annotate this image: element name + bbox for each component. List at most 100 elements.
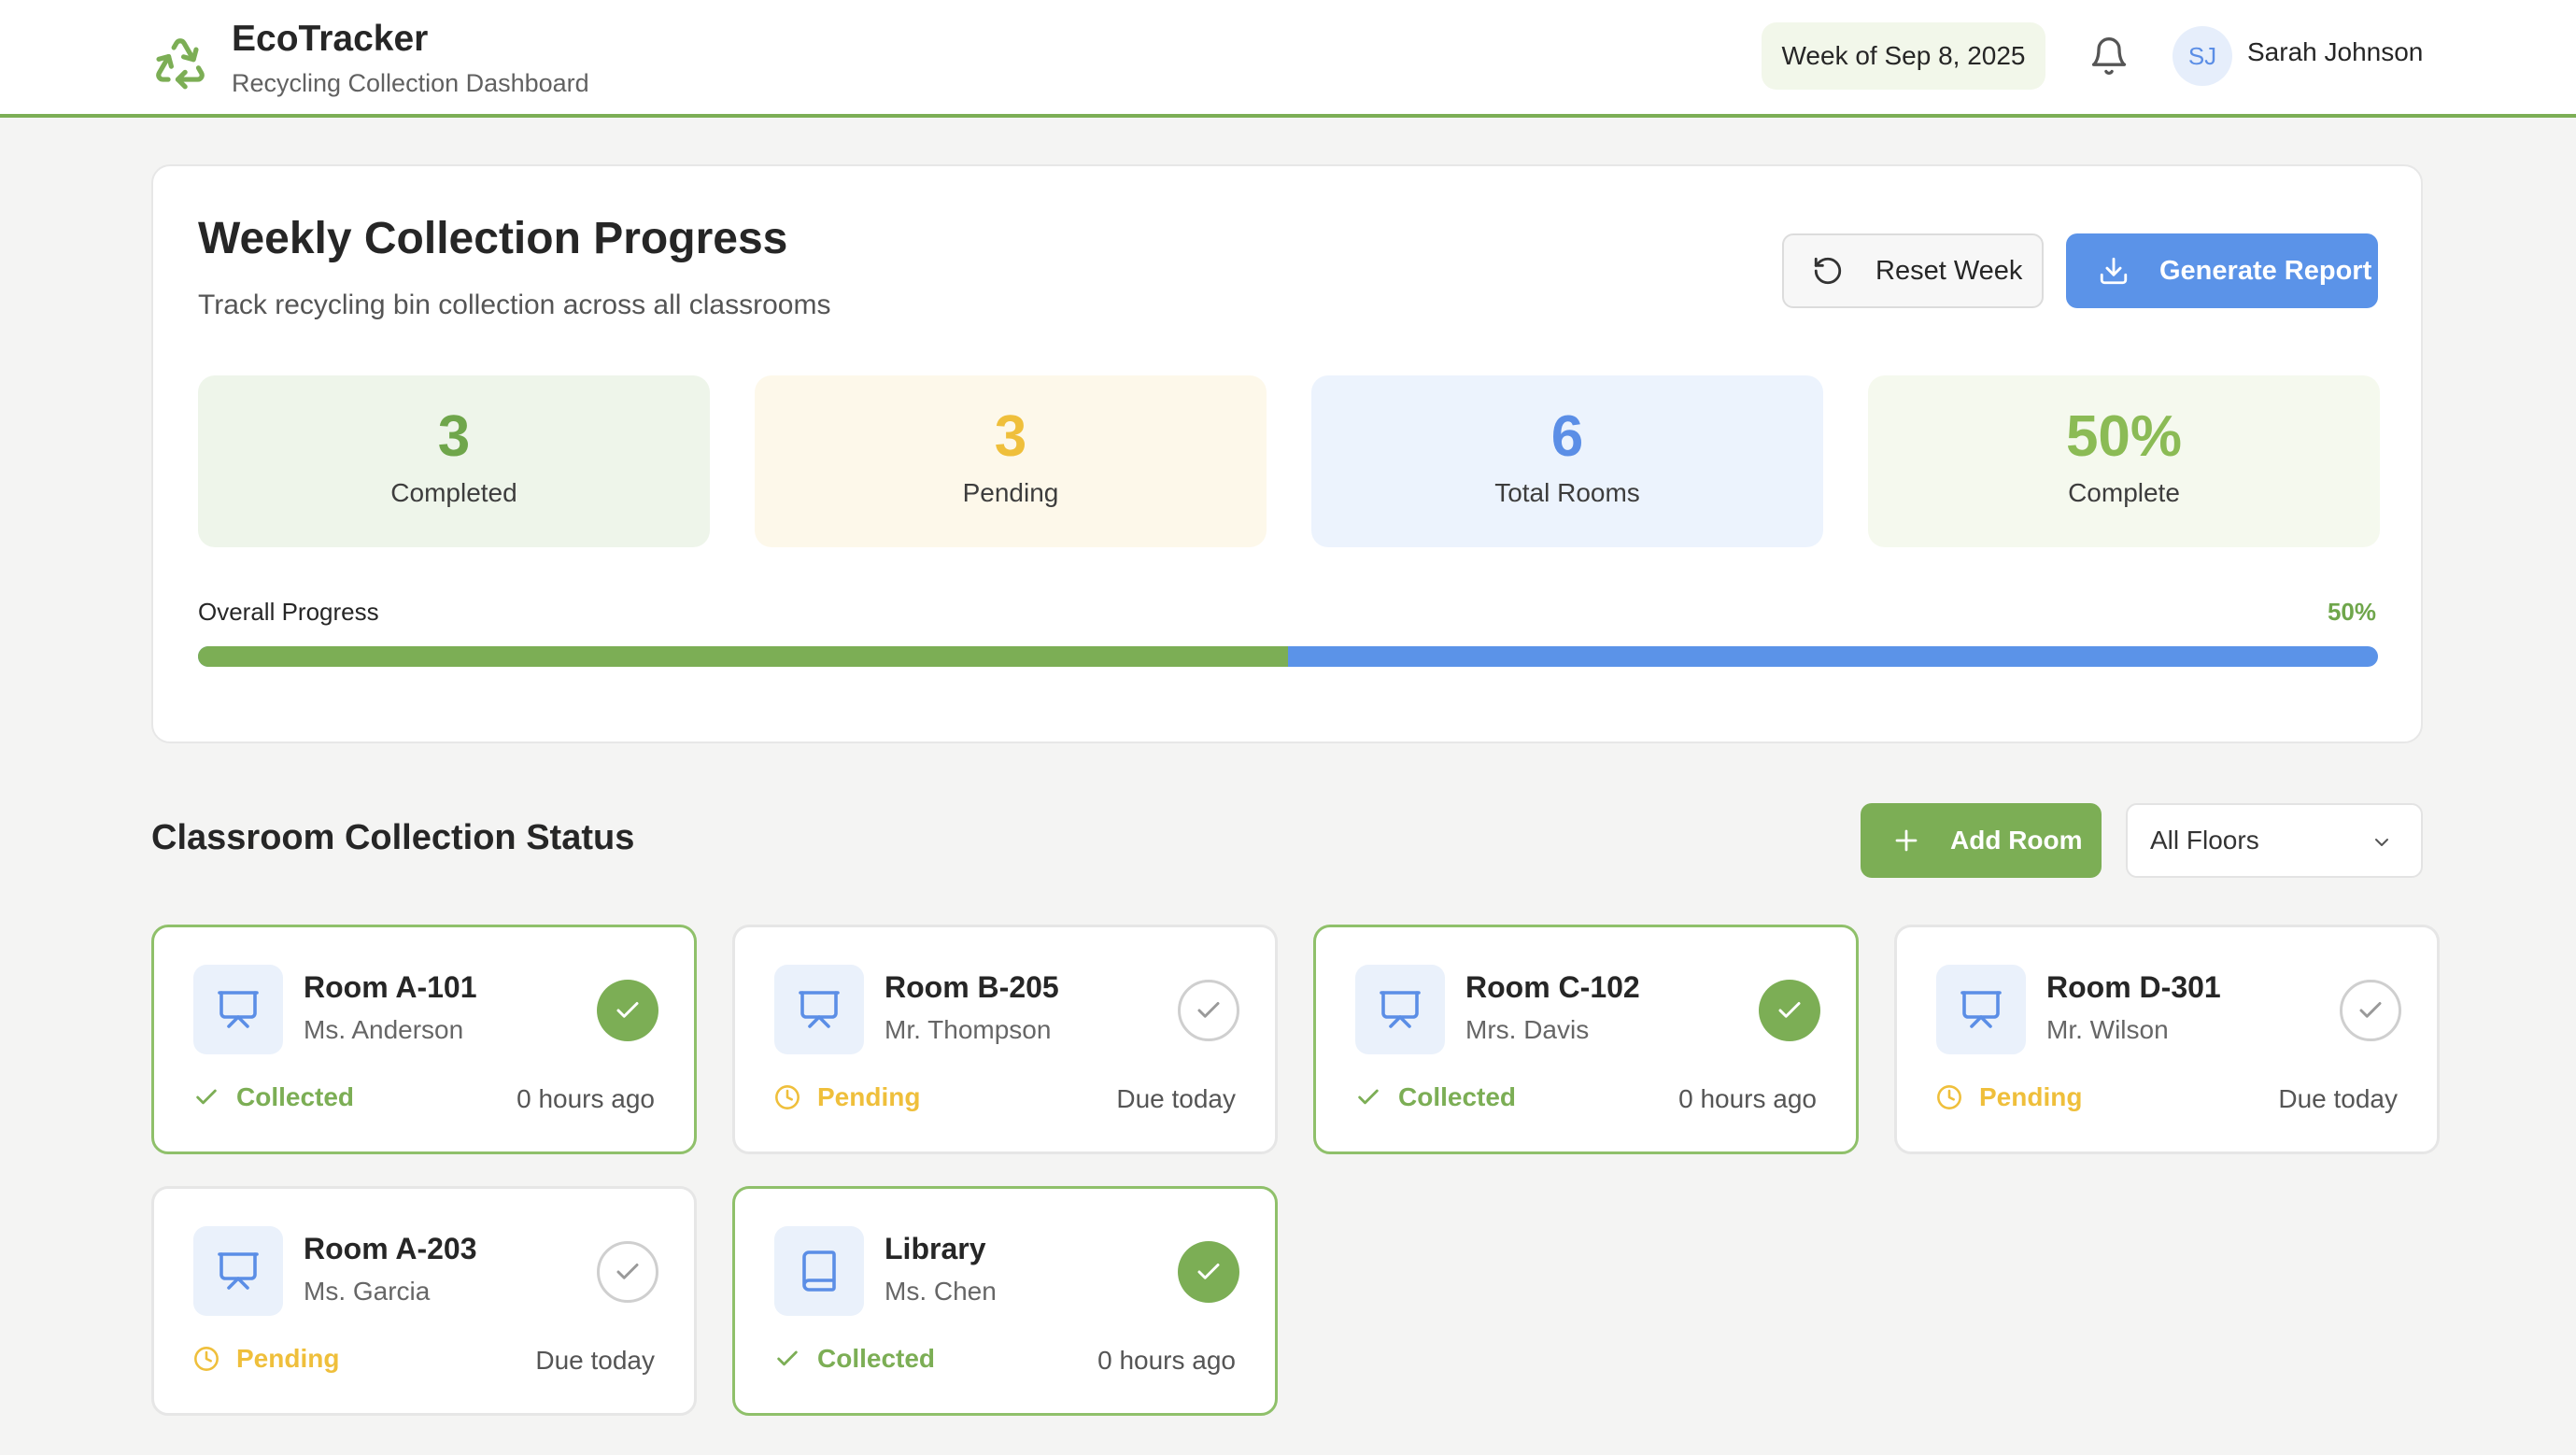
room-teacher: Ms. Anderson xyxy=(304,1015,464,1044)
clock-icon xyxy=(194,1347,219,1371)
check-icon xyxy=(1778,1002,1801,1018)
panel-subtitle: Track recycling bin collection across al… xyxy=(198,290,831,320)
overall-progress-bar xyxy=(198,646,2378,667)
room-status-label: Collected xyxy=(817,1344,936,1373)
room-teacher: Ms. Garcia xyxy=(304,1277,431,1306)
bell-icon[interactable] xyxy=(2088,35,2130,78)
room-time: Due today xyxy=(2278,1084,2398,1113)
room-time: Due today xyxy=(535,1346,655,1375)
section-title: Classroom Collection Status xyxy=(151,818,635,857)
stat-value: 3 xyxy=(437,404,471,469)
collect-toggle[interactable] xyxy=(597,980,658,1041)
add-room-button[interactable]: Add Room xyxy=(1861,803,2102,878)
room-time: 0 hours ago xyxy=(1678,1084,1817,1113)
room-status: Pending xyxy=(193,1344,339,1374)
room-teacher: Ms. Chen xyxy=(885,1277,997,1306)
room-icon-tile xyxy=(774,1226,864,1316)
room-status-label: Collected xyxy=(1398,1082,1517,1111)
room-status: Collected xyxy=(774,1344,935,1374)
stat-total-rooms: 6 Total Rooms xyxy=(1311,375,1823,547)
collect-toggle[interactable] xyxy=(1178,1241,1239,1303)
room-card[interactable]: Room B-205 Mr. Thompson Pending Due today xyxy=(732,925,1278,1154)
collect-toggle[interactable] xyxy=(597,1241,658,1303)
check-icon xyxy=(2359,1002,2382,1018)
rotate-ccw-icon xyxy=(1814,257,1842,285)
check-icon xyxy=(1197,1002,1220,1018)
stat-value: 50% xyxy=(2065,404,2183,469)
panel-title: Weekly Collection Progress xyxy=(198,214,788,263)
room-icon-tile xyxy=(193,1226,283,1316)
presentation-icon xyxy=(218,991,259,1028)
add-room-label: Add Room xyxy=(1950,826,2083,855)
top-header: EcoTracker Recycling Collection Dashboar… xyxy=(0,0,2576,118)
chevron-down-icon xyxy=(2375,839,2388,846)
room-time: 0 hours ago xyxy=(1097,1346,1236,1375)
room-status: Collected xyxy=(193,1082,354,1112)
room-status: Pending xyxy=(774,1082,920,1112)
presentation-icon xyxy=(1380,991,1421,1028)
brand[interactable]: EcoTracker Recycling Collection Dashboar… xyxy=(151,17,589,101)
room-status-label: Pending xyxy=(817,1082,921,1111)
clock-icon xyxy=(1937,1085,1961,1109)
check-icon xyxy=(1358,1089,1379,1105)
stat-completed: 3 Completed xyxy=(198,375,710,547)
week-selector[interactable]: Week of Sep 8, 2025 xyxy=(1762,22,2045,90)
stat-label: Pending xyxy=(962,478,1059,507)
room-teacher: Mr. Thompson xyxy=(885,1015,1052,1044)
check-icon xyxy=(616,1264,639,1279)
room-card[interactable]: Room A-101 Ms. Anderson Collected 0 hours a… xyxy=(151,925,697,1154)
check-icon xyxy=(616,1002,639,1018)
room-status-label: Pending xyxy=(1979,1082,2083,1111)
room-teacher: Mrs. Davis xyxy=(1465,1015,1590,1044)
room-card[interactable]: Room A-203 Ms. Garcia Pending Due today xyxy=(151,1186,697,1416)
stat-value: 6 xyxy=(1550,404,1584,469)
overall-progress-percent: 50% xyxy=(2327,598,2376,626)
app-subtitle: Recycling Collection Dashboard xyxy=(232,69,589,97)
room-card[interactable]: Library Ms. Chen Collected 0 hours ago xyxy=(732,1186,1278,1416)
user-name[interactable]: Sarah Johnson xyxy=(2247,37,2423,67)
room-time: Due today xyxy=(1116,1084,1236,1113)
reset-week-label: Reset Week xyxy=(1875,255,2023,286)
room-status-label: Collected xyxy=(236,1082,355,1111)
book-icon xyxy=(802,1250,836,1292)
room-name: Room D-301 xyxy=(2046,970,2221,1004)
plus-icon xyxy=(1895,829,1918,852)
floor-filter-value: All Floors xyxy=(2150,826,2259,855)
collect-toggle[interactable] xyxy=(1178,980,1239,1041)
room-icon-tile xyxy=(1355,965,1445,1054)
presentation-icon xyxy=(1960,991,2002,1028)
floor-filter-select[interactable]: All Floors xyxy=(2126,803,2423,878)
reset-week-button[interactable]: Reset Week xyxy=(1782,233,2044,308)
room-name: Library xyxy=(885,1232,986,1265)
room-status-label: Pending xyxy=(236,1344,340,1373)
overall-progress-fill xyxy=(198,646,1288,667)
room-name: Room A-203 xyxy=(304,1232,477,1265)
check-icon xyxy=(777,1350,798,1366)
stat-value: 3 xyxy=(994,404,1027,469)
collect-toggle[interactable] xyxy=(1759,980,1820,1041)
room-status: Collected xyxy=(1355,1082,1516,1112)
app-title: EcoTracker xyxy=(232,19,429,59)
stat-label: Total Rooms xyxy=(1494,478,1640,507)
room-icon-tile xyxy=(774,965,864,1054)
room-card[interactable]: Room C-102 Mrs. Davis Collected 0 hours ago xyxy=(1313,925,1859,1154)
check-icon xyxy=(196,1089,217,1105)
check-icon xyxy=(1197,1264,1220,1279)
recycle-icon xyxy=(156,38,205,90)
stat-label: Complete xyxy=(2068,478,2180,507)
generate-report-button[interactable]: Generate Report xyxy=(2066,233,2378,308)
room-time: 0 hours ago xyxy=(517,1084,655,1113)
weekly-progress-panel: Weekly Collection Progress Track recycli… xyxy=(151,164,2423,743)
room-card[interactable]: Room D-301 Mr. Wilson Pending Due today xyxy=(1894,925,2440,1154)
stat-complete-percent: 50% Complete xyxy=(1868,375,2380,547)
avatar[interactable]: SJ xyxy=(2173,26,2232,86)
collect-toggle[interactable] xyxy=(2340,980,2401,1041)
overall-progress-label: Overall Progress xyxy=(198,598,379,626)
room-name: Room C-102 xyxy=(1465,970,1640,1004)
room-icon-tile xyxy=(193,965,283,1054)
clock-icon xyxy=(775,1085,800,1109)
room-icon-tile xyxy=(1936,965,2026,1054)
download-icon xyxy=(2100,257,2128,285)
stat-pending: 3 Pending xyxy=(755,375,1267,547)
presentation-icon xyxy=(799,991,840,1028)
